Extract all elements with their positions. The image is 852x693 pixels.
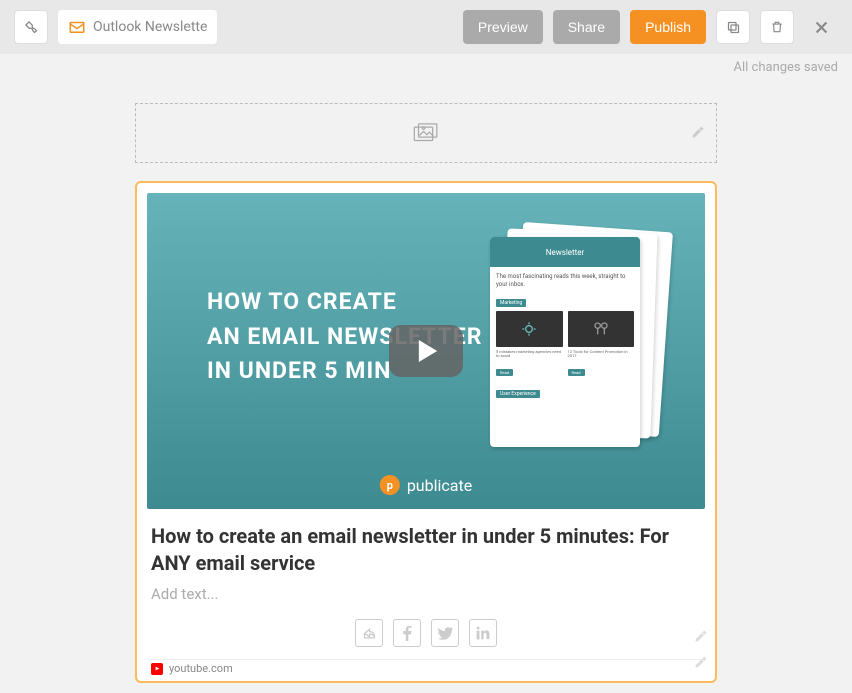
share-row [147, 619, 705, 655]
content-stack: HOW TO CREATE AN EMAIL NEWSLETTER IN UND… [135, 103, 717, 683]
mockup-sub: The most fascinating reads this week, st… [496, 273, 634, 289]
video-thumbnail[interactable]: HOW TO CREATE AN EMAIL NEWSLETTER IN UND… [147, 193, 705, 509]
document-title: Outlook Newslette [93, 19, 207, 35]
play-button[interactable] [389, 325, 463, 377]
save-status: All changes saved [0, 54, 852, 75]
twitter-icon [438, 627, 453, 640]
thumbnail-line1: HOW TO CREATE [207, 285, 482, 320]
edit-block-button[interactable] [691, 124, 704, 143]
mockup-page-front: Newsletter The most fascinating reads th… [490, 237, 640, 447]
video-card: HOW TO CREATE AN EMAIL NEWSLETTER IN UND… [135, 181, 717, 683]
linkedin-icon [476, 626, 490, 640]
copy-icon [726, 20, 741, 35]
brand-logo-icon: p [380, 475, 400, 495]
pencil-icon [694, 656, 707, 669]
source-row: youtube.com [147, 659, 705, 675]
facebook-button[interactable] [393, 619, 421, 647]
document-title-pill[interactable]: Outlook Newslette [58, 10, 217, 44]
envelope-icon [68, 18, 86, 36]
source-label: youtube.com [169, 662, 233, 675]
wrench-button[interactable] [14, 10, 48, 44]
duplicate-button[interactable] [716, 10, 750, 44]
image-placeholder-block[interactable] [135, 103, 717, 163]
share-button[interactable]: Share [553, 10, 620, 44]
brand-badge: p publicate [380, 475, 472, 495]
twitter-button[interactable] [431, 619, 459, 647]
wrench-icon [24, 20, 39, 35]
youtube-icon [151, 663, 163, 675]
video-title[interactable]: How to create an email newsletter in und… [151, 523, 701, 577]
newsletter-mockup: Newsletter The most fascinating reads th… [490, 223, 665, 453]
mockup-tag-2: User Experience [496, 390, 540, 398]
close-icon [813, 19, 830, 36]
mockup-col2: 12 Tools for Content Promotion in 2017 [568, 350, 635, 360]
images-icon [413, 123, 439, 143]
editor-canvas: HOW TO CREATE AN EMAIL NEWSLETTER IN UND… [0, 75, 852, 683]
trash-icon [770, 20, 784, 34]
brand-name: publicate [407, 476, 472, 495]
delete-button[interactable] [760, 10, 794, 44]
mockup-col1: 5 mistakes marketing agencies need to av… [496, 350, 563, 360]
publish-button[interactable]: Publish [630, 10, 706, 44]
topbar: Outlook Newslette Preview Share Publish [0, 0, 852, 54]
linkedin-button[interactable] [469, 619, 497, 647]
add-text-placeholder[interactable]: Add text... [151, 585, 701, 603]
edit-source-button[interactable] [694, 654, 707, 673]
facebook-icon [403, 626, 412, 641]
play-icon [417, 338, 439, 364]
pencil-icon [691, 126, 704, 139]
share-arrow-icon [362, 626, 377, 641]
close-button[interactable] [804, 10, 838, 44]
mockup-header: Newsletter [490, 237, 640, 267]
edit-card-button[interactable] [694, 628, 707, 647]
mockup-tag-1: Marketing [496, 299, 526, 307]
share-generic-button[interactable] [355, 619, 383, 647]
preview-button[interactable]: Preview [463, 10, 543, 44]
pencil-icon [694, 630, 707, 643]
